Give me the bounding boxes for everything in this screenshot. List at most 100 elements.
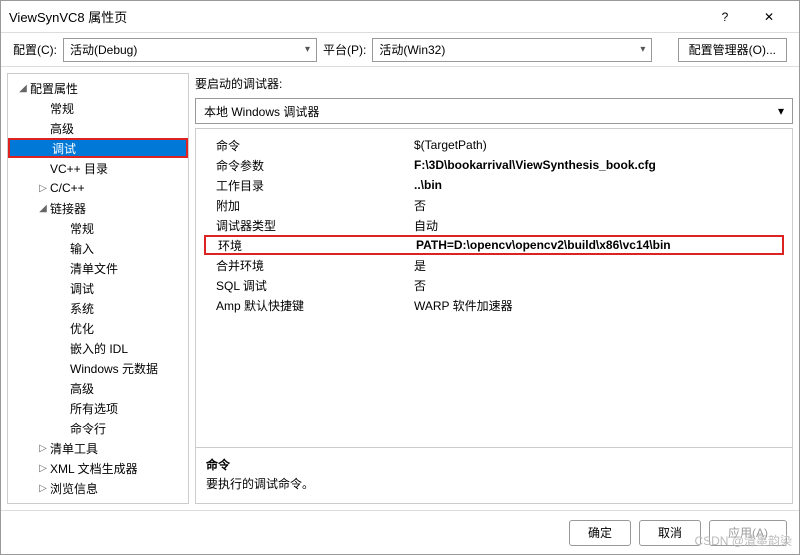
property-value: 否 <box>414 197 784 214</box>
chevron-down-icon: ▾ <box>778 104 784 118</box>
property-row[interactable]: 命令$(TargetPath) <box>204 135 784 155</box>
chevron-down-icon: ▾ <box>305 44 310 55</box>
property-row[interactable]: 调试器类型自动 <box>204 215 784 235</box>
tree-item-label: 配置属性 <box>30 80 78 97</box>
collapsed-icon: ▷ <box>36 483 50 494</box>
tree-item[interactable]: ◢配置属性 <box>8 78 188 98</box>
platform-dropdown[interactable]: 活动(Win32) ▾ <box>372 38 652 62</box>
tree-item[interactable]: ▷C/C++ <box>8 178 188 198</box>
titlebar: ViewSynVC8 属性页 ? ✕ <box>1 1 799 33</box>
tree-item[interactable]: 嵌入的 IDL <box>8 338 188 358</box>
tree-item-label: 优化 <box>70 320 94 337</box>
property-value: WARP 软件加速器 <box>414 297 784 314</box>
tree-item[interactable]: 输入 <box>8 238 188 258</box>
tree-item[interactable]: ▷浏览信息 <box>8 478 188 498</box>
property-key: 命令 <box>204 137 414 154</box>
tree-item[interactable]: 高级 <box>8 118 188 138</box>
content-panel: 要启动的调试器: 本地 Windows 调试器 ▾ 命令$(TargetPath… <box>195 73 793 504</box>
tree-item[interactable]: Windows 元数据 <box>8 358 188 378</box>
collapsed-icon: ▷ <box>36 443 50 454</box>
tree-item-label: 清单文件 <box>70 260 118 277</box>
debugger-value: 本地 Windows 调试器 <box>204 103 319 120</box>
cancel-button[interactable]: 取消 <box>639 520 701 546</box>
property-value: 自动 <box>414 217 784 234</box>
config-dropdown[interactable]: 活动(Debug) ▾ <box>63 38 317 62</box>
tree-item[interactable]: 高级 <box>8 378 188 398</box>
debugger-dropdown[interactable]: 本地 Windows 调试器 ▾ <box>195 98 793 124</box>
property-page-window: ViewSynVC8 属性页 ? ✕ 配置(C): 活动(Debug) ▾ 平台… <box>0 0 800 555</box>
property-row[interactable]: 环境PATH=D:\opencv\opencv2\build\x86\vc14\… <box>204 235 784 255</box>
property-key: 调试器类型 <box>204 217 414 234</box>
tree-item[interactable]: 调试 <box>8 278 188 298</box>
config-value: 活动(Debug) <box>70 41 137 58</box>
tree-item-label: C/C++ <box>50 181 85 195</box>
tree-item-label: XML 文档生成器 <box>50 460 138 477</box>
description-title: 命令 <box>206 456 782 473</box>
debugger-launch-label: 要启动的调试器: <box>195 73 793 94</box>
property-row[interactable]: Amp 默认快捷键WARP 软件加速器 <box>204 295 784 315</box>
property-value: $(TargetPath) <box>414 138 784 152</box>
property-key: 环境 <box>206 237 416 254</box>
apply-button[interactable]: 应用(A) <box>709 520 787 546</box>
description-box: 命令 要执行的调试命令。 <box>196 447 792 503</box>
collapsed-icon: ▷ <box>36 183 50 194</box>
tree-item-label: 系统 <box>70 300 94 317</box>
property-row[interactable]: 合并环境是 <box>204 255 784 275</box>
property-key: 命令参数 <box>204 157 414 174</box>
tree-item[interactable]: 常规 <box>8 98 188 118</box>
tree-item[interactable]: 调试 <box>8 138 188 158</box>
tree-item-label: 输入 <box>70 240 94 257</box>
property-row[interactable]: SQL 调试否 <box>204 275 784 295</box>
property-value: PATH=D:\opencv\opencv2\build\x86\vc14\bi… <box>416 238 782 252</box>
tree-item-label: 常规 <box>50 100 74 117</box>
property-key: Amp 默认快捷键 <box>204 297 414 314</box>
tree-item-label: 调试 <box>52 140 76 157</box>
property-value: 否 <box>414 277 784 294</box>
tree-item[interactable]: VC++ 目录 <box>8 158 188 178</box>
footer: 确定 取消 应用(A) <box>1 510 799 554</box>
property-grid-box: 命令$(TargetPath)命令参数F:\3D\bookarrival\Vie… <box>195 128 793 504</box>
window-title: ViewSynVC8 属性页 <box>9 7 703 26</box>
tree-item[interactable]: 所有选项 <box>8 398 188 418</box>
tree-item[interactable]: 清单文件 <box>8 258 188 278</box>
property-key: SQL 调试 <box>204 277 414 294</box>
property-key: 合并环境 <box>204 257 414 274</box>
platform-value: 活动(Win32) <box>379 41 445 58</box>
description-text: 要执行的调试命令。 <box>206 475 782 492</box>
chevron-down-icon: ▾ <box>640 44 645 55</box>
tree-item-label: Windows 元数据 <box>70 360 158 377</box>
tree-item-label: 高级 <box>70 380 94 397</box>
tree-item[interactable]: 系统 <box>8 298 188 318</box>
ok-button[interactable]: 确定 <box>569 520 631 546</box>
help-button[interactable]: ? <box>703 2 747 32</box>
property-grid[interactable]: 命令$(TargetPath)命令参数F:\3D\bookarrival\Vie… <box>196 129 792 447</box>
config-manager-button[interactable]: 配置管理器(O)... <box>678 38 787 62</box>
property-key: 工作目录 <box>204 177 414 194</box>
property-row[interactable]: 命令参数F:\3D\bookarrival\ViewSynthesis_book… <box>204 155 784 175</box>
config-toolbar: 配置(C): 活动(Debug) ▾ 平台(P): 活动(Win32) ▾ 配置… <box>1 33 799 67</box>
config-label: 配置(C): <box>13 41 57 58</box>
tree-item-label: 常规 <box>70 220 94 237</box>
property-value: ..\bin <box>414 178 784 192</box>
expanded-icon: ◢ <box>16 83 30 94</box>
tree-item[interactable]: ◢链接器 <box>8 198 188 218</box>
tree-item-label: 所有选项 <box>70 400 118 417</box>
tree-item-label: 浏览信息 <box>50 480 98 497</box>
tree-item[interactable]: ▷清单工具 <box>8 438 188 458</box>
collapsed-icon: ▷ <box>36 463 50 474</box>
body: ◢配置属性常规高级调试VC++ 目录▷C/C++◢链接器常规输入清单文件调试系统… <box>1 67 799 510</box>
property-row[interactable]: 附加否 <box>204 195 784 215</box>
property-value: 是 <box>414 257 784 274</box>
tree-item[interactable]: ▷XML 文档生成器 <box>8 458 188 478</box>
tree-item-label: 清单工具 <box>50 440 98 457</box>
property-tree[interactable]: ◢配置属性常规高级调试VC++ 目录▷C/C++◢链接器常规输入清单文件调试系统… <box>7 73 189 504</box>
property-key: 附加 <box>204 197 414 214</box>
tree-item[interactable]: 优化 <box>8 318 188 338</box>
tree-item[interactable]: 命令行 <box>8 418 188 438</box>
tree-item[interactable]: 常规 <box>8 218 188 238</box>
close-button[interactable]: ✕ <box>747 2 791 32</box>
tree-item-label: 嵌入的 IDL <box>70 340 128 357</box>
platform-label: 平台(P): <box>323 41 366 58</box>
tree-item-label: VC++ 目录 <box>50 160 108 177</box>
property-row[interactable]: 工作目录..\bin <box>204 175 784 195</box>
